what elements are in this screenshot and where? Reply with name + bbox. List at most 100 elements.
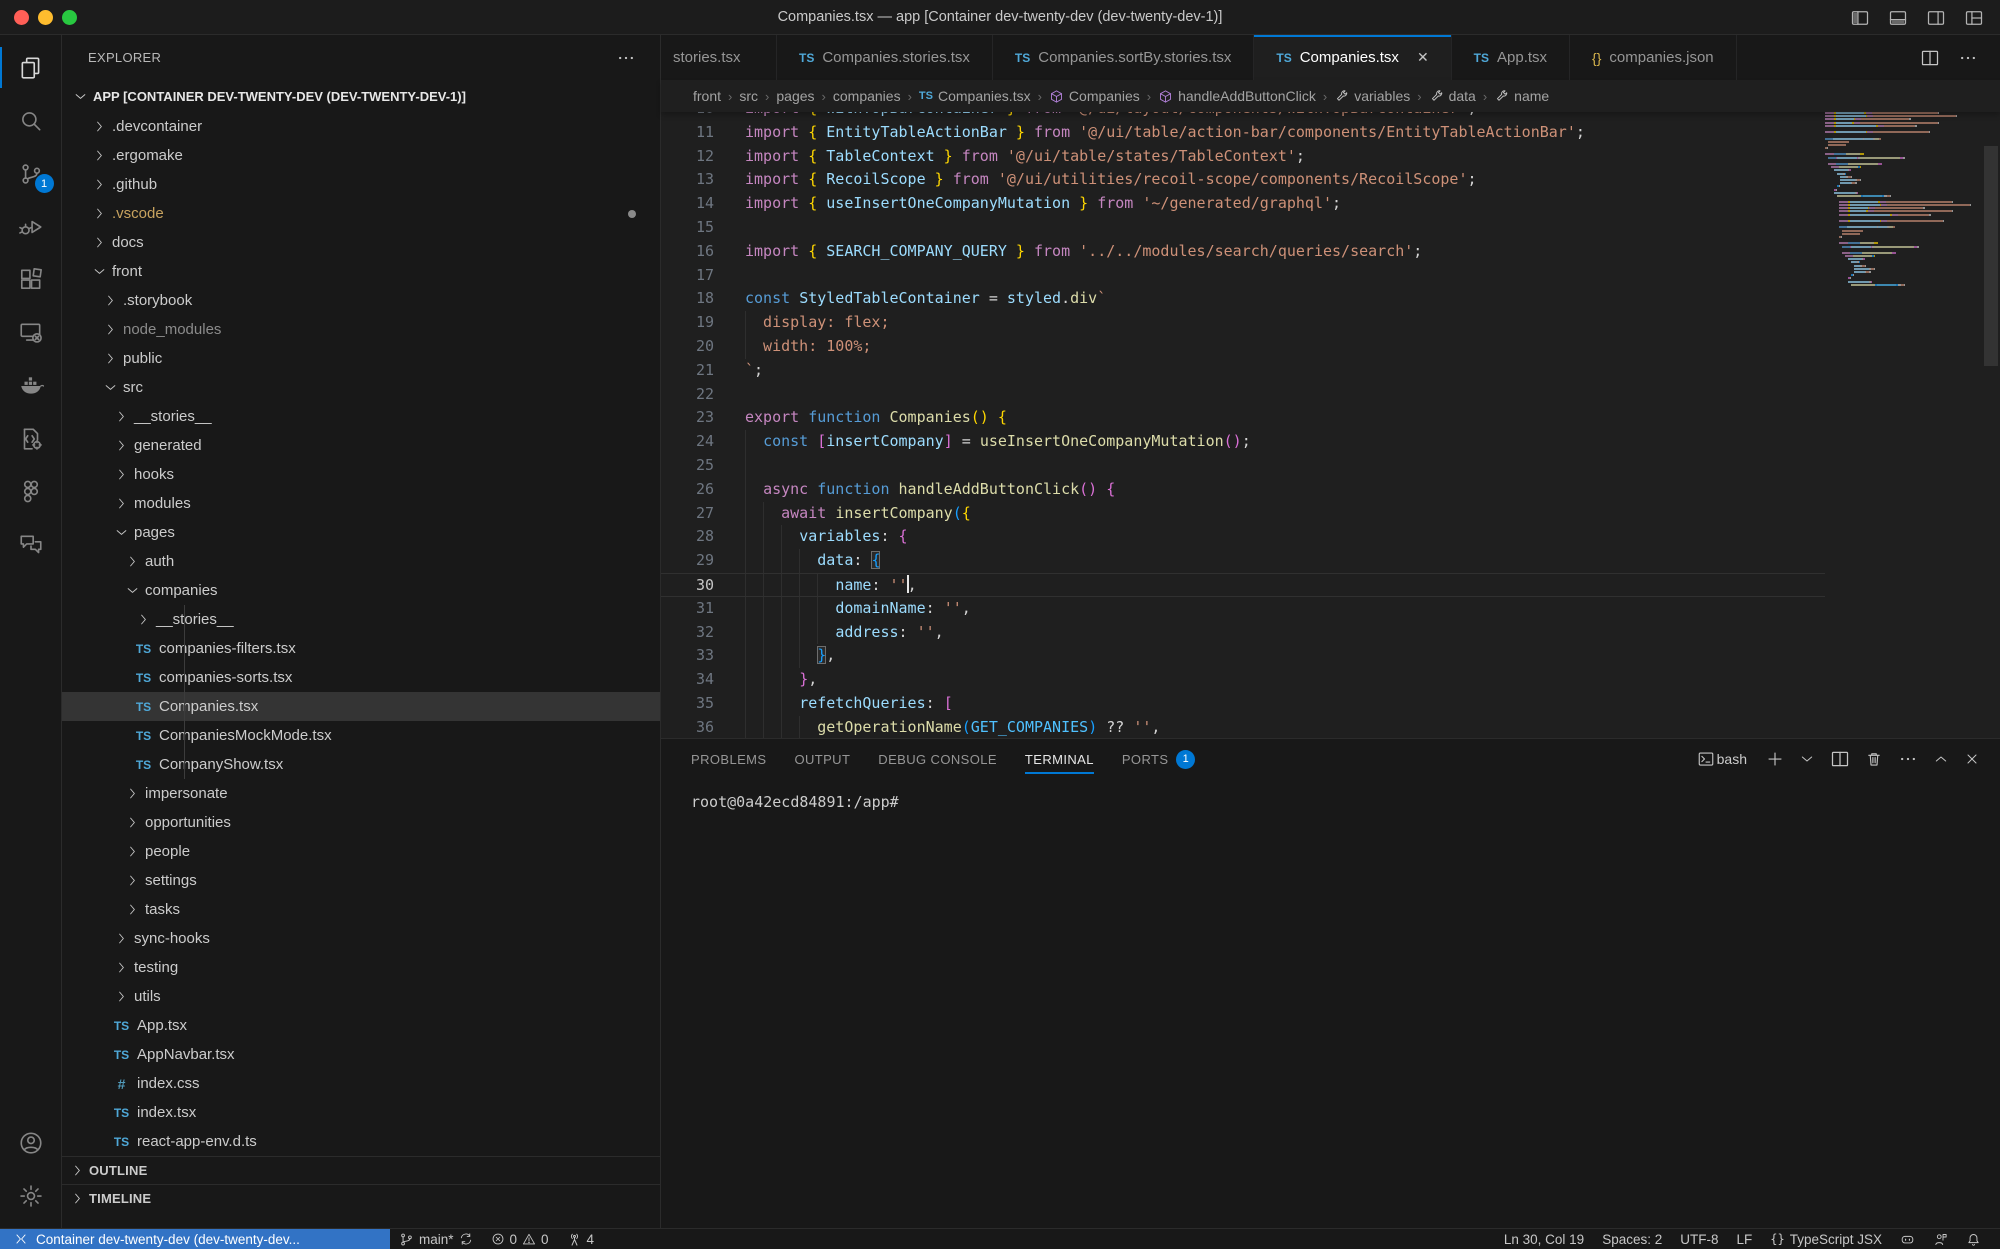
zoom-window-button[interactable]	[62, 10, 77, 25]
terminal-profile-dropdown[interactable]	[1799, 751, 1815, 767]
activity-dev-container-config-button[interactable]	[0, 412, 62, 465]
tree-item-impersonate[interactable]: impersonate	[62, 779, 660, 808]
section-header-timeline[interactable]: TIMELINE	[62, 1184, 660, 1212]
code-line-27[interactable]: 27 await insertCompany({	[661, 502, 1825, 526]
tree-item-sync-hooks[interactable]: sync-hooks	[62, 924, 660, 953]
remote-indicator[interactable]: Container dev-twenty-dev (dev-twenty-dev…	[0, 1229, 390, 1249]
breadcrumb-item-src[interactable]: src	[739, 88, 758, 104]
tree-item--github[interactable]: .github	[62, 170, 660, 199]
terminal-shell-selector[interactable]: bash	[1697, 750, 1751, 768]
tree-item-app-tsx[interactable]: TSApp.tsx	[62, 1011, 660, 1040]
code-line-14[interactable]: 14import { useInsertOneCompanyMutation }…	[661, 192, 1825, 216]
kill-terminal-button[interactable]	[1865, 750, 1883, 768]
branch-status[interactable]: main*	[390, 1229, 482, 1249]
code-line-16[interactable]: 16import { SEARCH_COMPANY_QUERY } from '…	[661, 240, 1825, 264]
tree-item-modules[interactable]: modules	[62, 489, 660, 518]
activity-extensions-button[interactable]	[0, 253, 62, 306]
code-scroll-area[interactable]: 10import { WithTopBarContainer } from '@…	[661, 112, 1825, 738]
tree-item-front[interactable]: front	[62, 257, 660, 286]
code-line-28[interactable]: 28 variables: {	[661, 525, 1825, 549]
section-header-outline[interactable]: OUTLINE	[62, 1156, 660, 1184]
code-line-18[interactable]: 18const StyledTableContainer = styled.di…	[661, 287, 1825, 311]
close-window-button[interactable]	[14, 10, 29, 25]
panel-tab-ports[interactable]: PORTS1	[1122, 739, 1196, 779]
problems-status[interactable]: 0 0	[482, 1229, 558, 1249]
breadcrumb-item-pages[interactable]: pages	[776, 88, 814, 104]
code-line-15[interactable]: 15	[661, 216, 1825, 240]
tree-item--devcontainer[interactable]: .devcontainer	[62, 112, 660, 141]
tree-item-appnavbar-tsx[interactable]: TSAppNavbar.tsx	[62, 1040, 660, 1069]
tree-item-tasks[interactable]: tasks	[62, 895, 660, 924]
activity-remote-explorer-button[interactable]	[0, 306, 62, 359]
breadcrumb-item-variables[interactable]: variables	[1334, 88, 1410, 104]
tree-item--storybook[interactable]: .storybook	[62, 286, 660, 315]
encoding-status[interactable]: UTF-8	[1671, 1232, 1727, 1247]
notifications-status[interactable]	[1957, 1232, 1990, 1247]
panel-tab-output[interactable]: OUTPUT	[794, 739, 850, 779]
tree-item-companies-sorts-tsx[interactable]: TScompanies-sorts.tsx	[62, 663, 660, 692]
code-line-23[interactable]: 23export function Companies() {	[661, 406, 1825, 430]
panel-tab-terminal[interactable]: TERMINAL	[1025, 739, 1094, 779]
tree-item-settings[interactable]: settings	[62, 866, 660, 895]
activity-comments-button[interactable]	[0, 518, 62, 571]
eol-status[interactable]: LF	[1727, 1232, 1761, 1247]
tree-item--stories-[interactable]: __stories__	[62, 402, 660, 431]
code-line-29[interactable]: 29 data: {	[661, 549, 1825, 573]
split-terminal-button[interactable]	[1830, 749, 1850, 769]
tab-companies-sortby-stories-tsx[interactable]: TSCompanies.sortBy.stories.tsx	[993, 35, 1254, 80]
activity-accounts-button[interactable]	[0, 1116, 62, 1169]
code-line-20[interactable]: 20 width: 100%;	[661, 335, 1825, 359]
terminal[interactable]: root@0a42ecd84891:/app#	[661, 779, 2000, 1228]
breadcrumb-item-companies[interactable]: companies	[833, 88, 901, 104]
new-terminal-button[interactable]	[1766, 750, 1784, 768]
tree-item-utils[interactable]: utils	[62, 982, 660, 1011]
tree-item-index-css[interactable]: #index.css	[62, 1069, 660, 1098]
code-line-25[interactable]: 25	[661, 454, 1825, 478]
code-line-11[interactable]: 11import { EntityTableActionBar } from '…	[661, 121, 1825, 145]
code-line-10[interactable]: 10import { WithTopBarContainer } from '@…	[661, 112, 1825, 121]
tree-item-companies-filters-tsx[interactable]: TScompanies-filters.tsx	[62, 634, 660, 663]
code-line-30[interactable]: 30 name: '',	[661, 573, 1825, 597]
tree-item-companies-tsx[interactable]: TSCompanies.tsx	[62, 692, 660, 721]
tree-item-docs[interactable]: docs	[62, 228, 660, 257]
code-line-17[interactable]: 17	[661, 264, 1825, 288]
toggle-panel-button[interactable]	[1888, 8, 1908, 28]
panel-more-actions-button[interactable]	[1898, 749, 1918, 769]
tab-stories-tsx[interactable]: stories.tsx	[661, 35, 777, 80]
tree-item--ergomake[interactable]: .ergomake	[62, 141, 660, 170]
tab-companies-json[interactable]: {}companies.json	[1570, 35, 1737, 80]
minimap[interactable]	[1825, 112, 1982, 738]
explorer-more-actions-button[interactable]	[616, 48, 636, 68]
code-line-12[interactable]: 12import { TableContext } from '@/ui/tab…	[661, 145, 1825, 169]
activity-figma-button[interactable]	[0, 465, 62, 518]
split-editor-button[interactable]	[1920, 48, 1940, 68]
cursor-position-status[interactable]: Ln 30, Col 19	[1495, 1232, 1593, 1247]
editor-scrollbar[interactable]	[1982, 112, 2000, 738]
breadcrumb-item-name[interactable]: name	[1494, 88, 1549, 104]
tree-item-auth[interactable]: auth	[62, 547, 660, 576]
code-line-22[interactable]: 22	[661, 383, 1825, 407]
tree-item-people[interactable]: people	[62, 837, 660, 866]
panel-tab-problems[interactable]: PROBLEMS	[691, 739, 766, 779]
tree-item-react-app-env-d-ts[interactable]: TSreact-app-env.d.ts	[62, 1127, 660, 1156]
workspace-section-header[interactable]: APP [CONTAINER DEV-TWENTY-DEV (DEV-TWENT…	[62, 80, 660, 112]
editor-more-actions-button[interactable]	[1958, 48, 1978, 68]
tab-app-tsx[interactable]: TSApp.tsx	[1452, 35, 1570, 80]
tree-item-node-modules[interactable]: node_modules	[62, 315, 660, 344]
activity-explorer-button[interactable]	[0, 41, 62, 94]
activity-run-debug-button[interactable]	[0, 200, 62, 253]
tree-item-opportunities[interactable]: opportunities	[62, 808, 660, 837]
code-line-36[interactable]: 36 getOperationName(GET_COMPANIES) ?? ''…	[661, 716, 1825, 738]
code-line-32[interactable]: 32 address: '',	[661, 621, 1825, 645]
code-line-26[interactable]: 26 async function handleAddButtonClick()…	[661, 478, 1825, 502]
ports-status[interactable]: 4	[558, 1229, 604, 1249]
tab-companies-tsx[interactable]: TSCompanies.tsx✕	[1254, 35, 1451, 80]
toggle-primary-sidebar-button[interactable]	[1850, 8, 1870, 28]
activity-search-button[interactable]	[0, 94, 62, 147]
breadcrumb-item-data[interactable]: data	[1429, 88, 1476, 104]
tree-item-testing[interactable]: testing	[62, 953, 660, 982]
customize-layout-button[interactable]	[1964, 8, 1984, 28]
breadcrumb-item-front[interactable]: front	[693, 88, 721, 104]
tree-item--stories-[interactable]: __stories__	[62, 605, 660, 634]
toggle-secondary-sidebar-button[interactable]	[1926, 8, 1946, 28]
